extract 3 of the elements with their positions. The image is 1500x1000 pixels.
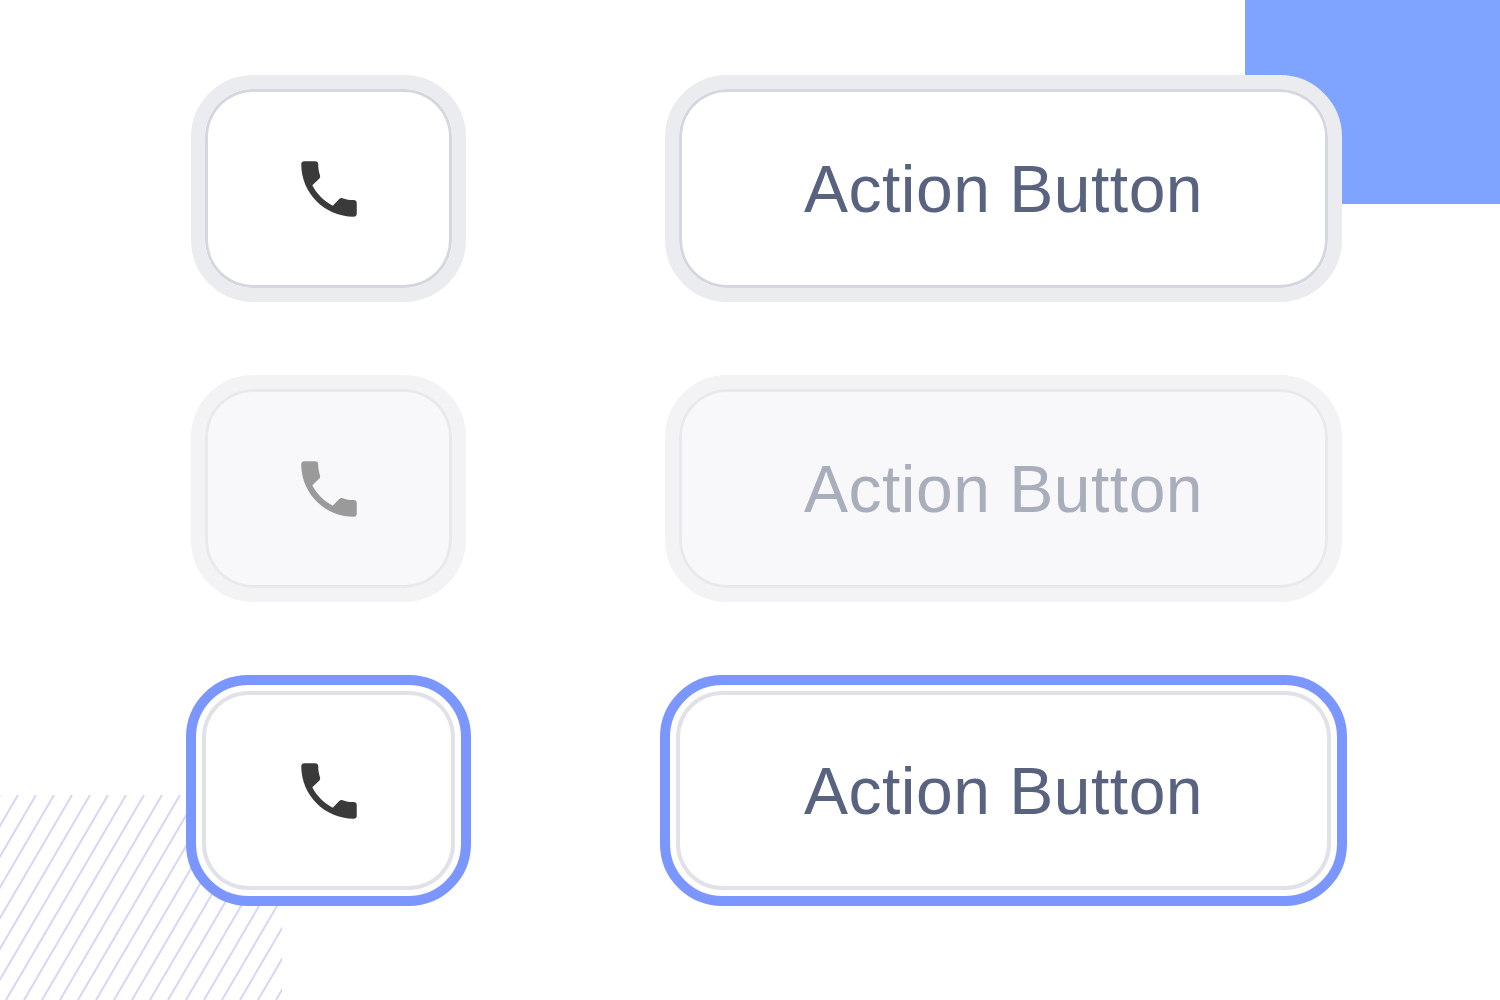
action-button[interactable]: Action Button xyxy=(665,75,1342,302)
phone-button[interactable] xyxy=(186,675,471,906)
action-button[interactable]: Action Button xyxy=(660,675,1347,906)
